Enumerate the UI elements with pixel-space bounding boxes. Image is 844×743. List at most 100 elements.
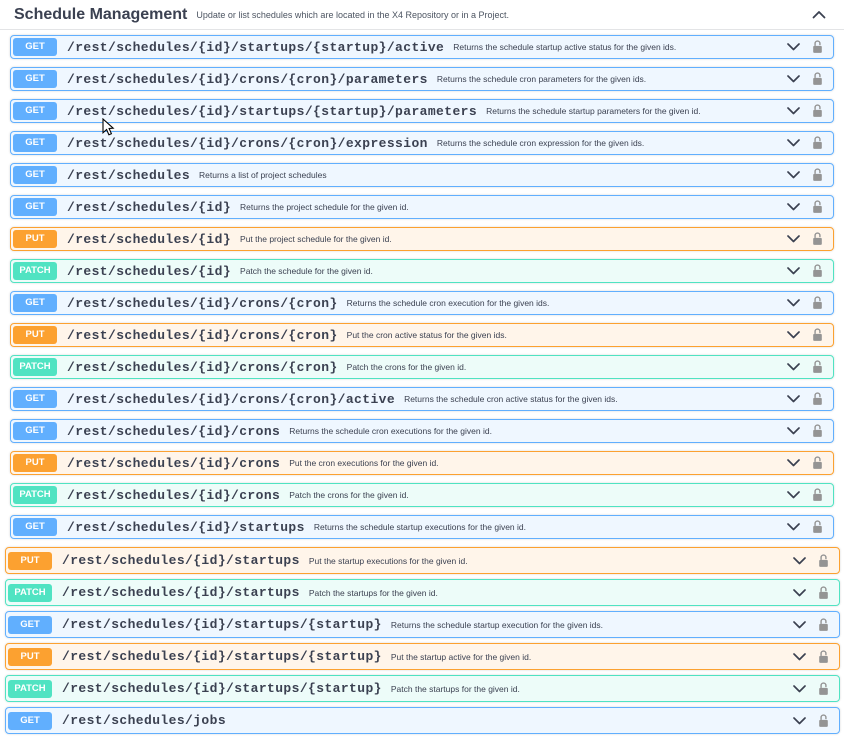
chevron-down-icon[interactable]: [785, 137, 802, 149]
method-badge: PATCH: [8, 584, 52, 602]
method-badge: GET: [13, 166, 57, 184]
method-badge: PUT: [13, 454, 57, 472]
endpoint-row[interactable]: PATCH /rest/schedules/{id}/crons Patch t…: [10, 483, 834, 507]
unlocked-padlock-icon[interactable]: [811, 71, 824, 87]
section-collapse-button[interactable]: [810, 5, 828, 24]
chevron-down-icon[interactable]: [791, 715, 808, 727]
endpoint-path: /rest/schedules/{id}/startups: [67, 520, 305, 535]
endpoint-description: Returns the schedule startup active stat…: [453, 42, 676, 52]
chevron-down-icon[interactable]: [785, 169, 802, 181]
chevron-down-icon[interactable]: [785, 265, 802, 277]
unlocked-padlock-icon[interactable]: [817, 681, 830, 697]
unlocked-padlock-icon[interactable]: [811, 231, 824, 247]
method-badge: GET: [8, 616, 52, 634]
endpoint-row[interactable]: GET /rest/schedules Returns a list of pr…: [10, 163, 834, 187]
endpoint-description: Returns the schedule startup parameters …: [486, 106, 701, 116]
endpoint-description: Returns the schedule cron executions for…: [289, 426, 492, 436]
chevron-down-icon[interactable]: [785, 233, 802, 245]
unlocked-padlock-icon[interactable]: [817, 617, 830, 633]
endpoint-row[interactable]: GET /rest/schedules/{id}/crons/{cron}/ac…: [10, 387, 834, 411]
endpoint-row[interactable]: GET /rest/schedules/{id}/crons Returns t…: [10, 419, 834, 443]
chevron-down-icon[interactable]: [785, 41, 802, 53]
unlocked-padlock-icon[interactable]: [817, 585, 830, 601]
endpoint-path: /rest/schedules/{id}/crons/{cron}/active: [67, 392, 395, 407]
endpoint-row[interactable]: GET /rest/schedules/{id}/startups/{start…: [5, 611, 840, 638]
endpoint-row[interactable]: PUT /rest/schedules/{id}/startups Put th…: [5, 547, 840, 574]
chevron-down-icon[interactable]: [785, 361, 802, 373]
unlocked-padlock-icon[interactable]: [817, 649, 830, 665]
method-badge: PATCH: [13, 262, 57, 280]
unlocked-padlock-icon[interactable]: [811, 167, 824, 183]
chevron-down-icon[interactable]: [791, 683, 808, 695]
chevron-down-icon[interactable]: [791, 619, 808, 631]
unlocked-padlock-icon[interactable]: [811, 487, 824, 503]
endpoint-row[interactable]: PATCH /rest/schedules/{id}/crons/{cron} …: [10, 355, 834, 379]
endpoint-description: Put the cron executions for the given id…: [289, 458, 438, 468]
unlocked-padlock-icon[interactable]: [811, 263, 824, 279]
method-badge: GET: [13, 38, 57, 56]
chevron-down-icon[interactable]: [785, 521, 802, 533]
endpoint-row[interactable]: GET /rest/schedules/{id}/startups Return…: [10, 515, 834, 539]
endpoint-row[interactable]: GET /rest/schedules/jobs: [5, 707, 840, 734]
chevron-down-icon[interactable]: [785, 201, 802, 213]
endpoint-row[interactable]: PUT /rest/schedules/{id}/crons/{cron} Pu…: [10, 323, 834, 347]
chevron-down-icon[interactable]: [785, 457, 802, 469]
endpoint-row[interactable]: PATCH /rest/schedules/{id}/startups Patc…: [5, 579, 840, 606]
unlocked-padlock-icon[interactable]: [811, 519, 824, 535]
endpoint-path: /rest/schedules/{id}/crons/{cron}: [67, 296, 338, 311]
endpoint-description: Returns the schedule cron parameters for…: [437, 74, 646, 84]
endpoint-path: /rest/schedules/{id}/crons: [67, 424, 280, 439]
endpoint-row[interactable]: GET /rest/schedules/{id}/startups/{start…: [10, 35, 834, 59]
endpoint-description: Patch the crons for the given id.: [289, 490, 409, 500]
chevron-down-icon[interactable]: [785, 329, 802, 341]
chevron-down-icon[interactable]: [791, 651, 808, 663]
unlocked-padlock-icon[interactable]: [817, 553, 830, 569]
chevron-down-icon[interactable]: [785, 425, 802, 437]
endpoint-row[interactable]: GET /rest/schedules/{id} Returns the pro…: [10, 195, 834, 219]
unlocked-padlock-icon[interactable]: [811, 39, 824, 55]
endpoint-description: Returns the schedule cron execution for …: [347, 298, 550, 308]
unlocked-padlock-icon[interactable]: [811, 199, 824, 215]
chevron-down-icon[interactable]: [785, 489, 802, 501]
unlocked-padlock-icon[interactable]: [811, 103, 824, 119]
method-badge: GET: [13, 134, 57, 152]
endpoint-description: Returns a list of project schedules: [199, 170, 327, 180]
chevron-down-icon[interactable]: [791, 587, 808, 599]
endpoint-description: Patch the startups for the given id.: [309, 588, 438, 598]
unlocked-padlock-icon[interactable]: [811, 327, 824, 343]
chevron-down-icon[interactable]: [785, 73, 802, 85]
endpoint-row[interactable]: PUT /rest/schedules/{id} Put the project…: [10, 227, 834, 251]
endpoint-row[interactable]: PATCH /rest/schedules/{id}/startups/{sta…: [5, 675, 840, 702]
endpoint-path: /rest/schedules/{id}/startups/{startup}/…: [67, 40, 444, 55]
unlocked-padlock-icon[interactable]: [811, 391, 824, 407]
unlocked-padlock-icon[interactable]: [811, 455, 824, 471]
chevron-down-icon[interactable]: [791, 555, 808, 567]
unlocked-padlock-icon[interactable]: [811, 295, 824, 311]
endpoint-description: Put the startup active for the given id.: [391, 652, 531, 662]
method-badge: GET: [13, 294, 57, 312]
chevron-down-icon[interactable]: [785, 393, 802, 405]
endpoint-row[interactable]: GET /rest/schedules/{id}/crons/{cron} Re…: [10, 291, 834, 315]
endpoint-row[interactable]: GET /rest/schedules/{id}/crons/{cron}/ex…: [10, 131, 834, 155]
endpoint-row[interactable]: GET /rest/schedules/{id}/startups/{start…: [10, 99, 834, 123]
endpoint-path: /rest/schedules/{id}/startups/{startup}: [62, 649, 382, 664]
endpoint-list: GET /rest/schedules/{id}/startups/{start…: [0, 30, 844, 734]
endpoint-description: Returns the schedule startup execution f…: [391, 620, 603, 630]
unlocked-padlock-icon[interactable]: [811, 359, 824, 375]
endpoint-path: /rest/schedules/{id}/crons/{cron}/parame…: [67, 72, 428, 87]
chevron-down-icon[interactable]: [785, 105, 802, 117]
endpoint-row[interactable]: PUT /rest/schedules/{id}/crons Put the c…: [10, 451, 834, 475]
section-description: Update or list schedules which are locat…: [196, 10, 509, 20]
endpoint-description: Put the project schedule for the given i…: [240, 234, 392, 244]
method-badge: GET: [13, 198, 57, 216]
section-header[interactable]: Schedule Management Update or list sched…: [0, 0, 844, 30]
endpoint-row[interactable]: PUT /rest/schedules/{id}/startups/{start…: [5, 643, 840, 670]
method-badge: PUT: [13, 326, 57, 344]
endpoint-row[interactable]: PATCH /rest/schedules/{id} Patch the sch…: [10, 259, 834, 283]
unlocked-padlock-icon[interactable]: [811, 423, 824, 439]
chevron-down-icon[interactable]: [785, 297, 802, 309]
unlocked-padlock-icon[interactable]: [817, 713, 830, 729]
unlocked-padlock-icon[interactable]: [811, 135, 824, 151]
method-badge: PATCH: [13, 486, 57, 504]
endpoint-row[interactable]: GET /rest/schedules/{id}/crons/{cron}/pa…: [10, 67, 834, 91]
